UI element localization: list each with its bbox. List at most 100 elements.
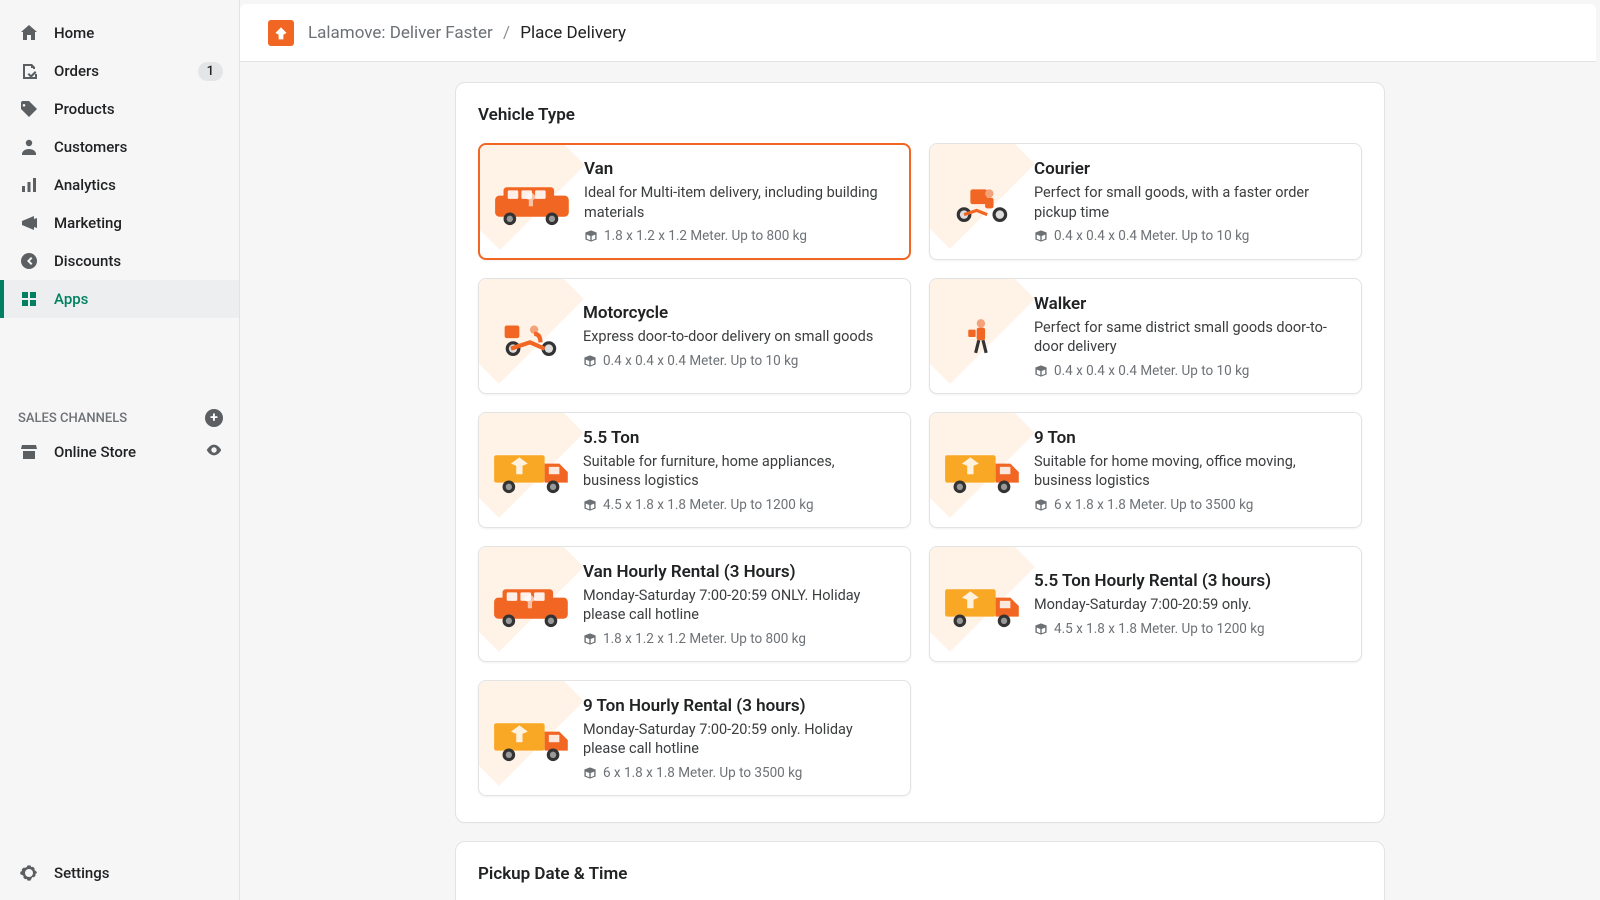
vehicle-desc: Monday-Saturday 7:00-20:59 only. Holiday… (583, 720, 894, 759)
settings-label: Settings (54, 864, 110, 882)
view-store-icon[interactable] (205, 441, 223, 463)
vehicle-type-panel: Vehicle Type Van Ideal for Multi-item de… (455, 82, 1385, 823)
sidebar-item-discounts[interactable]: Discounts (0, 242, 239, 280)
breadcrumb-app[interactable]: Lalamove: Deliver Faster (308, 23, 493, 43)
vehicle-desc: Monday-Saturday 7:00-20:59 only. (1034, 595, 1345, 615)
vehicle-info: 9 Ton Suitable for home moving, office m… (1034, 428, 1345, 513)
vehicle-desc: Suitable for furniture, home appliances,… (583, 452, 894, 491)
vehicle-card-5-5-ton-hourly-rental-3-hours-[interactable]: 5.5 Ton Hourly Rental (3 hours) Monday-S… (929, 546, 1362, 662)
pickup-panel: Pickup Date & Time (455, 841, 1385, 900)
orders-icon (18, 60, 40, 82)
sales-channels-label: SALES CHANNELS (18, 411, 127, 426)
vehicle-card-courier[interactable]: Courier Perfect for small goods, with a … (929, 143, 1362, 260)
sidebar-item-analytics[interactable]: Analytics (0, 166, 239, 204)
vehicle-dims: 1.8 x 1.2 x 1.2 Meter. Up to 800 kg (584, 228, 893, 244)
vehicle-desc: Express door-to-door delivery on small g… (583, 327, 894, 347)
discounts-icon (18, 250, 40, 272)
truck-icon (487, 703, 577, 773)
breadcrumb-sep: / (503, 23, 510, 43)
analytics-icon (18, 174, 40, 196)
sidebar-item-label: Home (54, 24, 94, 42)
sidebar-nav: Home Orders 1 Products Customers Analytic… (0, 14, 239, 389)
motorcycle-icon (487, 301, 577, 371)
vehicle-title: 9 Ton (1034, 428, 1345, 448)
vehicle-desc: Monday-Saturday 7:00-20:59 ONLY. Holiday… (583, 586, 894, 625)
truck-icon (938, 569, 1028, 639)
sales-channels-header: SALES CHANNELS + (0, 389, 239, 433)
van-icon (488, 167, 578, 237)
vehicle-info: Motorcycle Express door-to-door delivery… (583, 303, 894, 369)
sidebar-item-home[interactable]: Home (0, 14, 239, 52)
vehicle-card-van[interactable]: Van Ideal for Multi-item delivery, inclu… (478, 143, 911, 260)
marketing-icon (18, 212, 40, 234)
content: Vehicle Type Van Ideal for Multi-item de… (240, 62, 1600, 900)
vehicle-info: Van Hourly Rental (3 Hours) Monday-Satur… (583, 562, 894, 647)
breadcrumb: Lalamove: Deliver Faster / Place Deliver… (308, 23, 626, 43)
sidebar-item-label: Discounts (54, 252, 121, 270)
vehicle-dims: 1.8 x 1.2 x 1.2 Meter. Up to 800 kg (583, 631, 894, 647)
vehicle-dims: 0.4 x 0.4 x 0.4 Meter. Up to 10 kg (583, 353, 894, 369)
pickup-title: Pickup Date & Time (478, 864, 1362, 884)
vehicle-info: 9 Ton Hourly Rental (3 hours) Monday-Sat… (583, 696, 894, 781)
vehicle-dims: 6 x 1.8 x 1.8 Meter. Up to 3500 kg (583, 765, 894, 781)
vehicle-dims: 4.5 x 1.8 x 1.8 Meter. Up to 1200 kg (583, 497, 894, 513)
vehicle-card-van-hourly-rental-3-hours-[interactable]: Van Hourly Rental (3 Hours) Monday-Satur… (478, 546, 911, 662)
vehicle-info: Van Ideal for Multi-item delivery, inclu… (584, 159, 893, 244)
vehicle-card-9-ton[interactable]: 9 Ton Suitable for home moving, office m… (929, 412, 1362, 528)
vehicle-desc: Suitable for home moving, office moving,… (1034, 452, 1345, 491)
sidebar-item-label: Analytics (54, 176, 116, 194)
sidebar-item-label: Apps (54, 290, 88, 308)
sidebar-item-marketing[interactable]: Marketing (0, 204, 239, 242)
vehicle-card-9-ton-hourly-rental-3-hours-[interactable]: 9 Ton Hourly Rental (3 hours) Monday-Sat… (478, 680, 911, 796)
vehicle-title: 5.5 Ton Hourly Rental (3 hours) (1034, 571, 1345, 591)
sidebar-channel-online-store[interactable]: Online Store (0, 433, 239, 471)
brand-logo (268, 20, 294, 46)
vehicle-card-motorcycle[interactable]: Motorcycle Express door-to-door delivery… (478, 278, 911, 394)
walker-icon (938, 301, 1028, 371)
vehicle-title: Walker (1034, 294, 1345, 314)
sidebar-item-products[interactable]: Products (0, 90, 239, 128)
vehicle-desc: Ideal for Multi-item delivery, including… (584, 183, 893, 222)
channel-label: Online Store (54, 443, 136, 461)
vehicle-dims: 0.4 x 0.4 x 0.4 Meter. Up to 10 kg (1034, 363, 1345, 379)
add-channel-button[interactable]: + (205, 409, 223, 427)
sidebar-item-customers[interactable]: Customers (0, 128, 239, 166)
vehicle-title: Courier (1034, 159, 1345, 179)
vehicle-title: 9 Ton Hourly Rental (3 hours) (583, 696, 894, 716)
gear-icon (18, 862, 40, 884)
truck-icon (487, 435, 577, 505)
products-icon (18, 98, 40, 120)
vehicle-title: Van Hourly Rental (3 Hours) (583, 562, 894, 582)
vehicle-card-5-5-ton[interactable]: 5.5 Ton Suitable for furniture, home app… (478, 412, 911, 528)
sidebar-item-label: Marketing (54, 214, 122, 232)
sidebar: Home Orders 1 Products Customers Analytic… (0, 0, 240, 900)
apps-icon (18, 288, 40, 310)
customers-icon (18, 136, 40, 158)
vehicle-dims: 0.4 x 0.4 x 0.4 Meter. Up to 10 kg (1034, 228, 1345, 244)
store-icon (18, 441, 40, 463)
sidebar-item-label: Customers (54, 138, 127, 156)
vehicle-info: 5.5 Ton Hourly Rental (3 hours) Monday-S… (1034, 571, 1345, 637)
truck-icon (938, 435, 1028, 505)
vehicle-type-title: Vehicle Type (478, 105, 1362, 125)
vehicle-grid: Van Ideal for Multi-item delivery, inclu… (478, 143, 1362, 796)
sidebar-badge: 1 (198, 62, 223, 81)
vehicle-title: 5.5 Ton (583, 428, 894, 448)
sidebar-item-label: Orders (54, 62, 99, 80)
vehicle-info: Courier Perfect for small goods, with a … (1034, 159, 1345, 244)
vehicle-desc: Perfect for same district small goods do… (1034, 318, 1345, 357)
courier-icon (938, 167, 1028, 237)
sidebar-item-settings[interactable]: Settings (0, 854, 239, 892)
vehicle-title: Motorcycle (583, 303, 894, 323)
vehicle-info: 5.5 Ton Suitable for furniture, home app… (583, 428, 894, 513)
vehicle-dims: 6 x 1.8 x 1.8 Meter. Up to 3500 kg (1034, 497, 1345, 513)
home-icon (18, 22, 40, 44)
main: Lalamove: Deliver Faster / Place Deliver… (240, 0, 1600, 900)
sidebar-item-orders[interactable]: Orders 1 (0, 52, 239, 90)
vehicle-dims: 4.5 x 1.8 x 1.8 Meter. Up to 1200 kg (1034, 621, 1345, 637)
vehicle-desc: Perfect for small goods, with a faster o… (1034, 183, 1345, 222)
sidebar-item-apps[interactable]: Apps (0, 280, 239, 318)
vehicle-card-walker[interactable]: Walker Perfect for same district small g… (929, 278, 1362, 394)
vehicle-title: Van (584, 159, 893, 179)
van-icon (487, 569, 577, 639)
